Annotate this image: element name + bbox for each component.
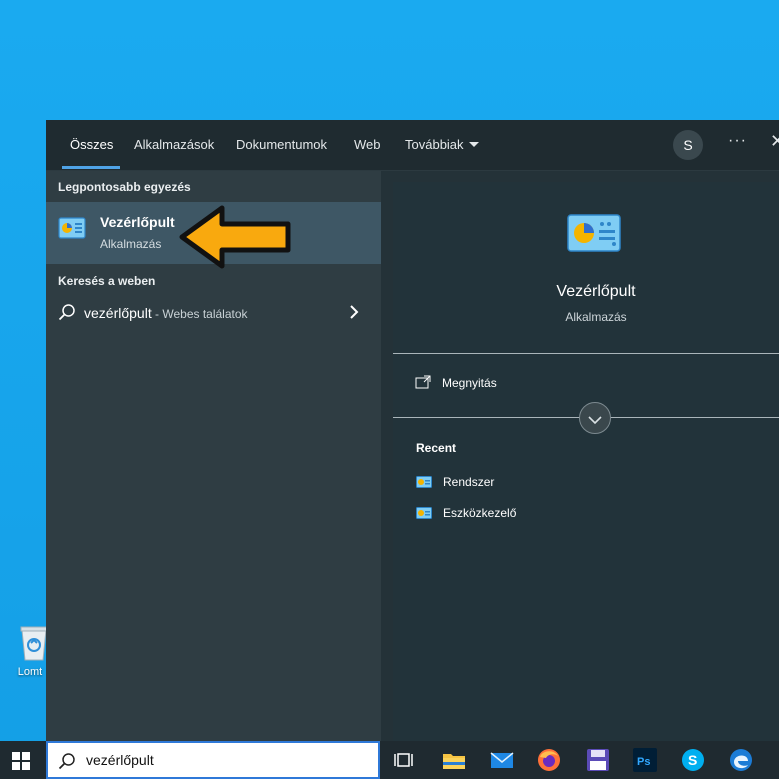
caret-down-icon bbox=[468, 142, 479, 147]
close-icon[interactable]: ✕ bbox=[770, 131, 779, 152]
avatar[interactable]: S bbox=[673, 130, 703, 160]
best-match-subtitle: Alkalmazás bbox=[100, 237, 162, 251]
search-window: Összes Alkalmazások Dokumentumok Web Tov… bbox=[46, 120, 779, 741]
web-result-text: vezérlőpult - Webes találatok bbox=[84, 305, 248, 321]
tab-web[interactable]: Web bbox=[354, 137, 381, 152]
recent-item-label: Rendszer bbox=[443, 475, 495, 489]
tab-all[interactable]: Összes bbox=[70, 137, 113, 152]
web-search-heading: Keresés a weben bbox=[58, 274, 156, 288]
edge-icon[interactable] bbox=[729, 748, 753, 772]
skype-icon[interactable]: S bbox=[681, 748, 705, 772]
preview-title: Vezérlőpult bbox=[556, 283, 636, 300]
best-match-title: Vezérlőpult bbox=[100, 214, 175, 230]
preview-pane: Vezérlőpult Alkalmazás Megnyitás Recent bbox=[393, 182, 779, 741]
control-panel-large-icon bbox=[567, 214, 621, 257]
save-icon[interactable] bbox=[586, 748, 610, 772]
arrow-annotation-icon bbox=[178, 204, 294, 275]
tab-documents[interactable]: Dokumentumok bbox=[236, 137, 327, 152]
best-match-heading: Legpontosabb egyezés bbox=[58, 180, 191, 194]
photoshop-icon[interactable]: Ps bbox=[633, 748, 657, 772]
search-icon bbox=[58, 303, 76, 326]
tab-apps[interactable]: Alkalmazások bbox=[134, 137, 214, 152]
recent-item-label: Eszközkezelő bbox=[443, 506, 517, 520]
web-result-suffix: - Webes találatok bbox=[151, 307, 248, 321]
recent-heading: Recent bbox=[416, 441, 457, 455]
tab-more[interactable]: Továbbiak bbox=[405, 137, 479, 152]
tab-more-label: Továbbiak bbox=[405, 137, 464, 152]
open-label: Megnyitás bbox=[442, 376, 497, 390]
task-view-icon[interactable] bbox=[393, 748, 417, 772]
divider bbox=[393, 353, 779, 354]
preview-subtitle: Alkalmazás bbox=[565, 310, 627, 324]
windows-start-icon[interactable] bbox=[12, 752, 30, 775]
search-input[interactable] bbox=[84, 751, 368, 769]
active-tab-indicator bbox=[62, 166, 120, 169]
search-icon bbox=[58, 752, 76, 775]
svg-text:S: S bbox=[688, 752, 697, 768]
recycle-bin-icon bbox=[19, 624, 49, 662]
file-explorer-icon[interactable] bbox=[442, 748, 466, 772]
firefox-icon[interactable] bbox=[537, 748, 561, 772]
web-result-query: vezérlőpult bbox=[84, 305, 152, 321]
tab-bar: Összes Alkalmazások Dokumentumok Web Tov… bbox=[46, 120, 779, 171]
control-panel-icon bbox=[416, 506, 432, 524]
open-icon bbox=[415, 375, 431, 394]
mail-icon[interactable] bbox=[490, 748, 514, 772]
svg-text:Ps: Ps bbox=[637, 756, 650, 768]
taskbar-search-box[interactable] bbox=[46, 741, 380, 779]
more-options-icon[interactable]: ··· bbox=[728, 132, 747, 150]
control-panel-icon bbox=[416, 475, 432, 493]
chevron-right-icon[interactable] bbox=[348, 304, 360, 325]
chevron-down-icon bbox=[588, 412, 602, 430]
web-search-result[interactable]: vezérlőpult - Webes találatok bbox=[46, 299, 381, 329]
recycle-bin-label: Lomt bbox=[17, 666, 43, 678]
taskbar: Ps S bbox=[0, 741, 779, 779]
control-panel-icon bbox=[58, 217, 86, 244]
expand-button[interactable] bbox=[579, 402, 611, 434]
